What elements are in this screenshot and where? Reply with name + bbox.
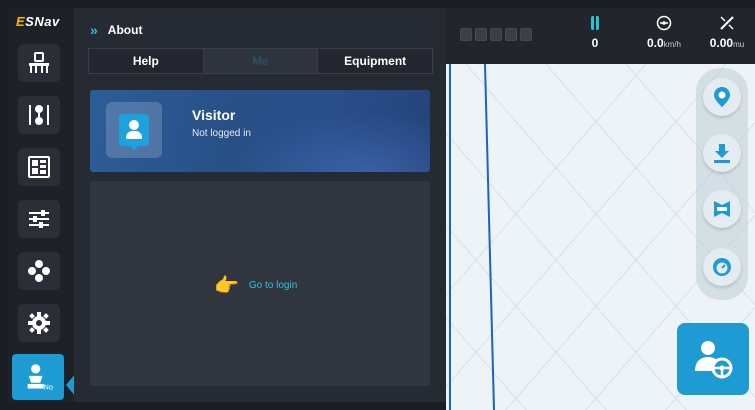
satellite-count: 0 [591,36,599,50]
sidebar-item-field[interactable] [18,148,60,186]
panel-header: » About [90,22,142,38]
app-logo: ESNav [16,14,60,29]
speed-unit: km/h [663,40,682,49]
implement-icon [29,52,49,73]
about-panel: » About Help Me Equipment Visitor Not lo… [74,8,446,402]
sidebar: ESNav No [8,8,76,402]
sidebar-item-modules[interactable] [18,252,60,290]
speed-value: 0.0 [646,36,664,50]
operator-icon: No [27,364,53,392]
tab-bar: Help Me Equipment [88,48,433,74]
pointing-hand-icon: 👉 [214,275,239,297]
gauge-button[interactable] [703,248,741,286]
login-status: Not logged in [192,128,251,139]
area-icon [702,14,752,32]
card-decoration [230,112,430,172]
modules-icon [28,260,50,282]
settings-sliders-icon [29,210,49,228]
login-link-label: Go to login [248,280,298,291]
sidebar-item-operator[interactable]: No [12,354,64,400]
user-avatar-icon [119,114,149,151]
tab-me[interactable]: Me [203,49,319,73]
map-tools [696,68,748,300]
sidebar-item-system[interactable] [18,304,60,342]
driver-mode-button[interactable] [677,323,749,395]
download-icon [714,144,730,163]
user-name: Visitor [192,107,236,123]
speedometer-icon [636,14,692,32]
boundary-button[interactable] [703,190,741,228]
satellite-icon [584,14,606,32]
speed-stat: 0.0km/h [636,14,692,50]
area-unit: mu [733,40,745,49]
satellite-stat: 0 [584,14,606,50]
sidebar-item-implement[interactable] [18,44,60,82]
area-stat: 0.00mu [702,14,752,50]
signal-leds [460,28,532,41]
double-chevron-icon: » [90,22,98,38]
location-button[interactable] [703,78,741,116]
tab-help[interactable]: Help [89,49,204,73]
go-to-login-link[interactable]: 👉 Go to login [214,273,297,298]
location-pin-icon [714,87,730,107]
boundary-icon [714,201,730,217]
import-button[interactable] [703,134,741,172]
sidebar-item-guidance[interactable] [18,96,60,134]
area-value: 0.00 [709,36,734,50]
panel-title: About [107,23,143,37]
operator-badge: No [44,384,53,392]
tab-equipment[interactable]: Equipment [318,49,433,73]
sidebar-item-settings[interactable] [18,200,60,238]
guidance-ab-icon [29,105,49,125]
gauge-icon [713,258,731,276]
login-area: 👉 Go to login [90,181,430,386]
driver-steering-icon [695,341,733,379]
status-bar: 0 0.0km/h 0.00mu [446,8,755,64]
profile-card: Visitor Not logged in [90,90,430,172]
field-grid-icon [28,156,50,178]
gear-icon [28,312,50,334]
avatar [106,102,162,158]
